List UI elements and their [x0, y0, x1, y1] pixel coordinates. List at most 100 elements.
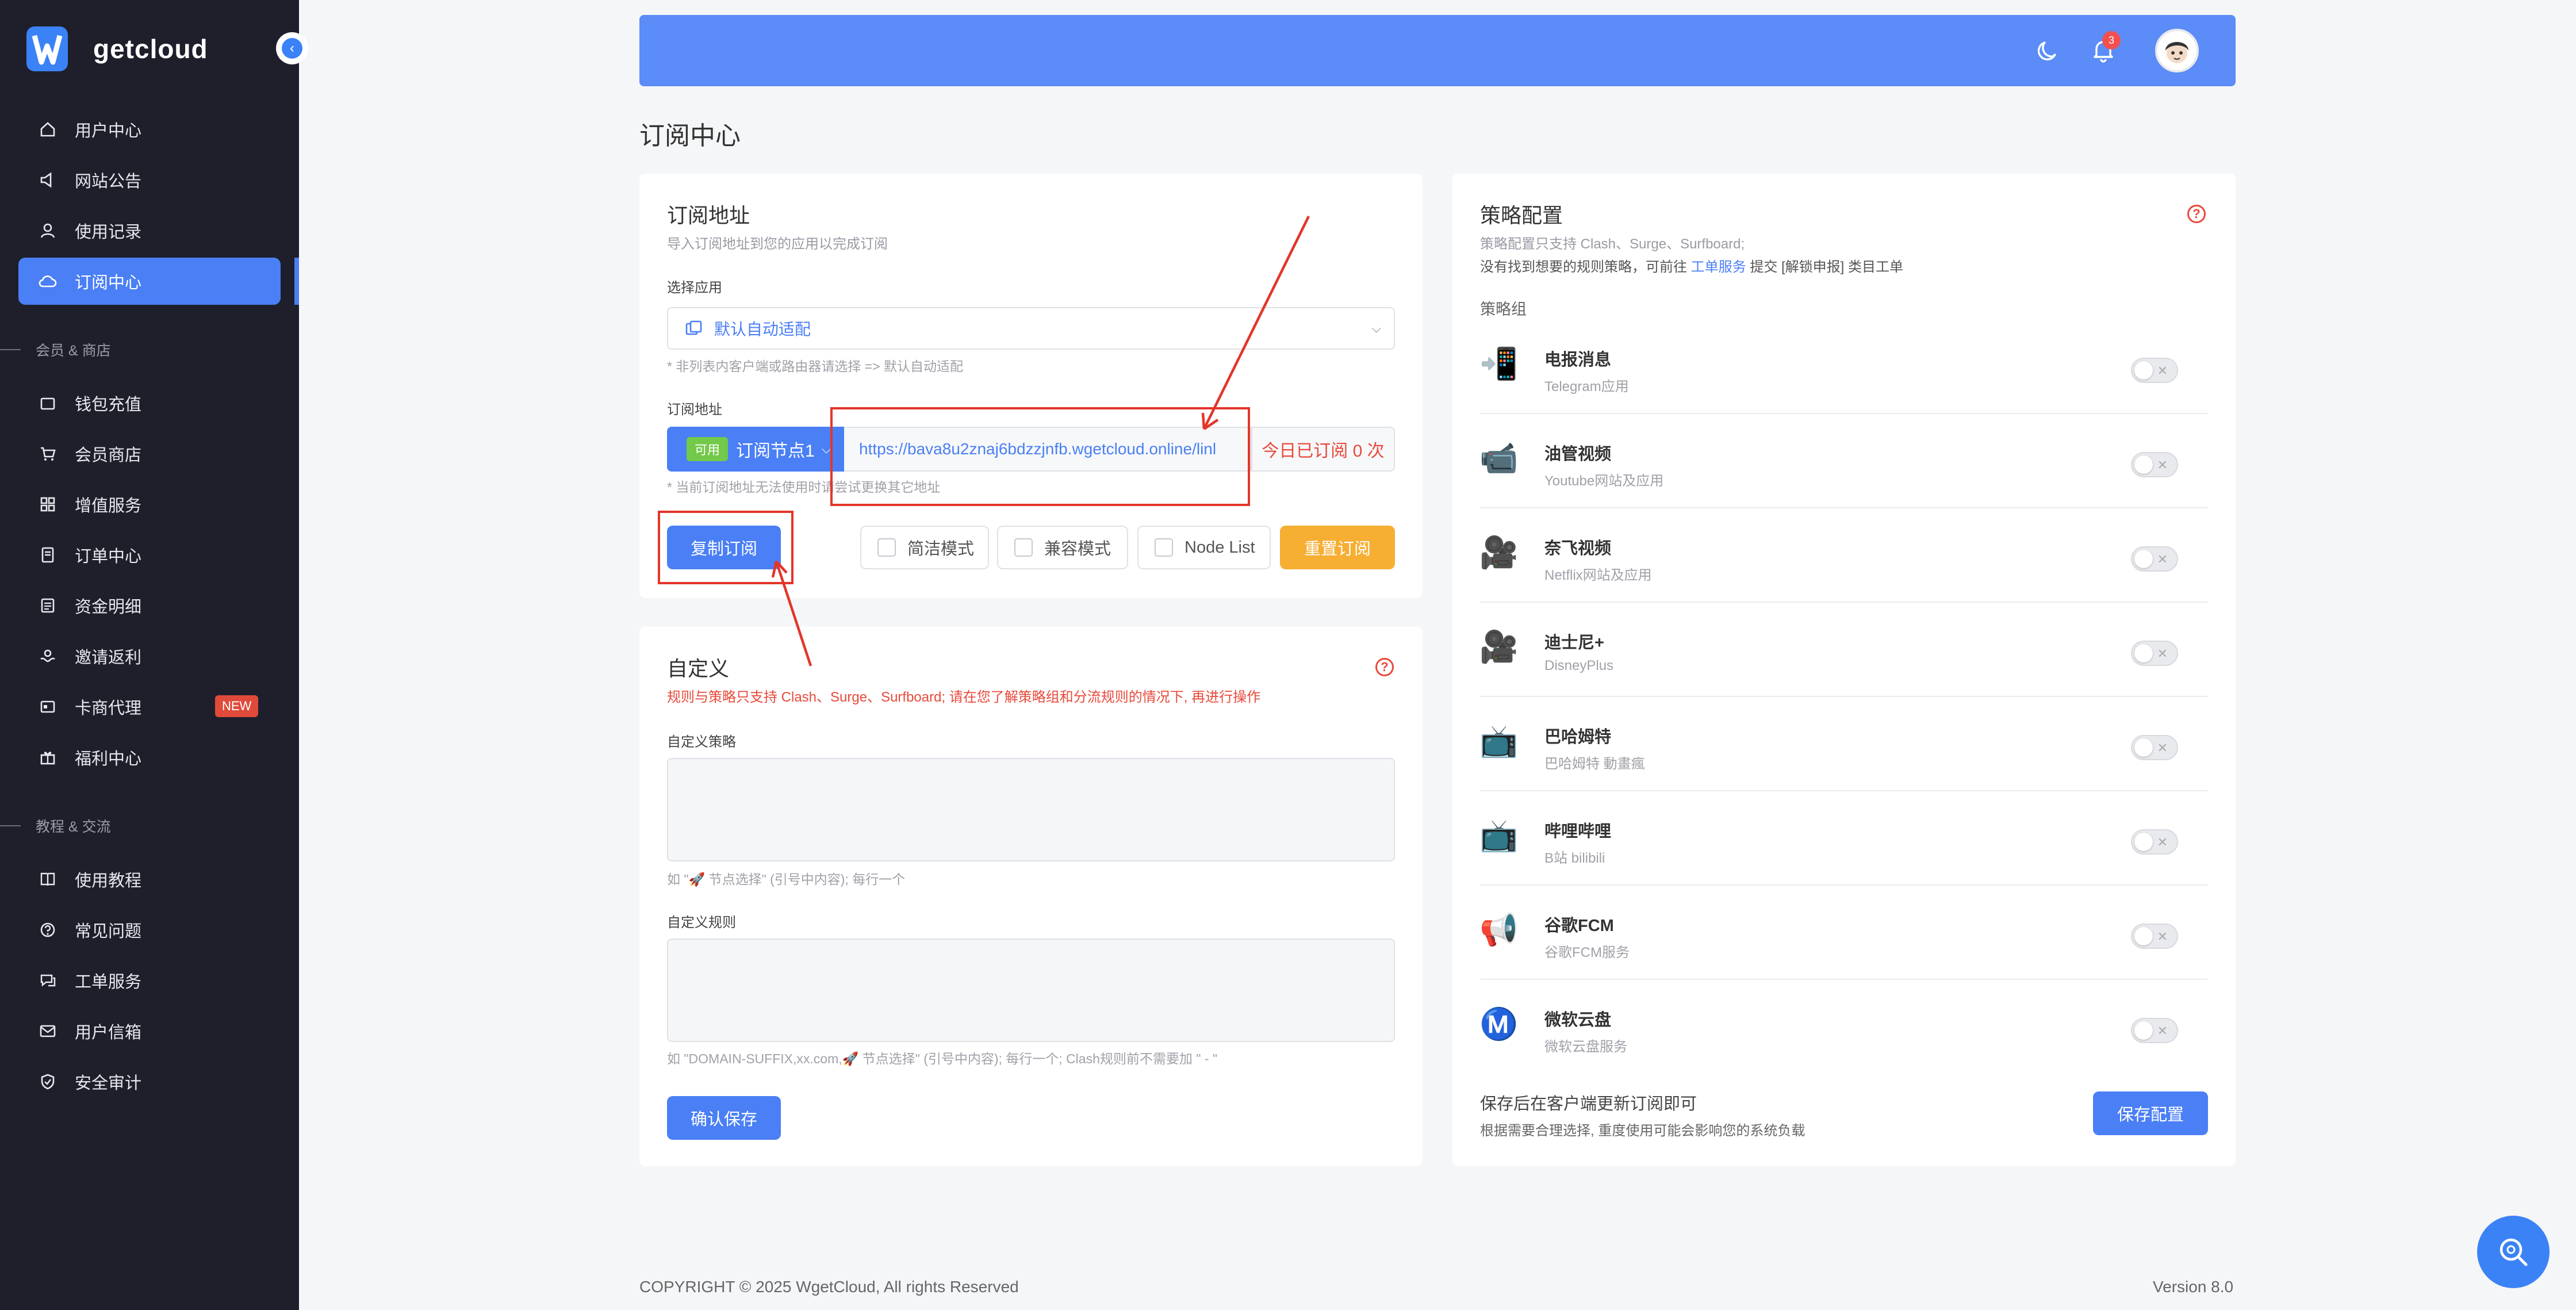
checkbox-icon: [1014, 538, 1033, 557]
sidebar-item-label: 使用记录: [75, 223, 142, 242]
policy-item: 📺 哔哩哔哩 B站 bilibili ✕: [1479, 791, 2208, 886]
top-bar: [639, 15, 2236, 86]
policy-toggle[interactable]: ✕: [2131, 641, 2178, 666]
sidebar-item-welfare[interactable]: 福利中心: [18, 734, 281, 781]
sidebar-item-announcements[interactable]: 网站公告: [18, 156, 281, 204]
app-select[interactable]: 默认自动适配 ⌵: [667, 307, 1395, 350]
sidebar-item-usage-log[interactable]: 使用记录: [18, 207, 281, 254]
app-hint: * 非列表内客户端或路由器请选择 => 默认自动适配: [667, 359, 963, 374]
notification-badge: 3: [2102, 31, 2121, 49]
sidebar-item-label: 钱包充值: [75, 396, 142, 414]
policy-toggle[interactable]: ✕: [2131, 452, 2178, 477]
sidebar-item-funds[interactable]: 资金明细: [18, 582, 281, 629]
phone-arrow-icon: 📲: [1479, 346, 1519, 381]
strategy-footer-desc: 根据需要合理选择, 重度使用可能会影响您的系统负载: [1480, 1123, 1805, 1139]
collapse-sidebar-button[interactable]: ‹: [276, 32, 308, 64]
video-camera-icon: 📹: [1479, 441, 1519, 476]
cloud-icon: [38, 271, 57, 291]
app-select-value: 默认自动适配: [714, 320, 811, 338]
gift-hand-icon: [38, 646, 57, 666]
question-icon: [38, 920, 57, 940]
sidebar-item-value-added[interactable]: 增值服务: [18, 481, 281, 528]
policy-toggle[interactable]: ✕: [2131, 358, 2178, 383]
policy-item: 🎥 迪士尼+ DisneyPlus ✕: [1479, 603, 2208, 697]
new-badge: NEW: [215, 695, 259, 717]
help-icon[interactable]: ?: [2187, 205, 2206, 223]
nav-section-shop: 会员 & 商店: [0, 339, 111, 360]
reset-subscription-button[interactable]: 重置订阅: [1280, 526, 1395, 569]
sidebar-item-label: 邀请返利: [75, 649, 142, 667]
logo[interactable]: getcloud: [26, 26, 208, 71]
policy-item: 🎥 奈飞视频 Netflix网站及应用 ✕: [1479, 508, 2208, 603]
sidebar-item-label: 用户中心: [75, 122, 142, 140]
policy-toggle[interactable]: ✕: [2131, 924, 2178, 949]
sidebar-item-tutorial[interactable]: 使用教程: [18, 856, 281, 903]
sidebar-item-label: 订单中心: [75, 547, 142, 566]
policy-toggle[interactable]: ✕: [2131, 1018, 2178, 1043]
policy-item: Ⓜ️ 微软云盘 微软云盘服务 ✕: [1479, 980, 2208, 1074]
node-list-checkbox[interactable]: Node List: [1137, 526, 1271, 569]
sidebar-item-subscription[interactable]: 订阅中心: [18, 258, 281, 305]
movie-camera-icon: 🎥: [1479, 629, 1519, 664]
ticket-service-link[interactable]: 工单服务: [1691, 259, 1746, 275]
simple-mode-checkbox[interactable]: 简洁模式: [860, 526, 989, 569]
cart-icon: [38, 444, 57, 464]
sidebar-item-label: 资金明细: [75, 598, 142, 616]
shield-icon: [38, 1072, 57, 1091]
checkbox-icon: [1155, 538, 1173, 557]
compat-mode-checkbox[interactable]: 兼容模式: [997, 526, 1128, 569]
node-select-button[interactable]: 可用 订阅节点1 ⌵: [667, 427, 844, 472]
megaphone-icon: [38, 170, 57, 190]
order-icon: [38, 545, 57, 565]
moon-icon[interactable]: [2033, 36, 2063, 68]
url-label: 订阅地址: [667, 402, 722, 417]
custom-rule-textarea[interactable]: [667, 939, 1395, 1042]
help-icon[interactable]: ?: [1375, 658, 1394, 676]
sidebar-item-shop[interactable]: 会员商店: [18, 430, 281, 477]
custom-policy-hint: 如 "🚀 节点选择" (引号中内容); 每行一个: [667, 872, 906, 887]
sidebar-item-tickets[interactable]: 工单服务: [18, 957, 281, 1004]
television-icon: 📺: [1479, 723, 1519, 759]
sidebar-item-label: 安全审计: [75, 1074, 142, 1093]
sidebar-item-label: 常见问题: [75, 922, 142, 941]
nav-section-help: 教程 & 交流: [0, 815, 111, 836]
app-window-icon: [685, 320, 703, 336]
policy-toggle[interactable]: ✕: [2131, 546, 2178, 572]
version: Version 8.0: [2153, 1278, 2234, 1296]
policy-toggle[interactable]: ✕: [2131, 829, 2178, 855]
sidebar-item-user-center[interactable]: 用户中心: [18, 106, 281, 153]
sidebar-item-orders[interactable]: 订单中心: [18, 531, 281, 579]
circled-m-icon: Ⓜ️: [1479, 1006, 1519, 1041]
policy-toggle[interactable]: ✕: [2131, 735, 2178, 760]
chevron-left-icon: ‹: [282, 38, 302, 59]
annotation-box-url: [830, 407, 1250, 506]
sidebar-item-mailbox[interactable]: 用户信箱: [18, 1008, 281, 1055]
subscription-title: 订阅地址: [667, 204, 750, 227]
wallet-icon: [38, 393, 57, 413]
custom-save-button[interactable]: 确认保存: [667, 1096, 781, 1140]
card-icon: [38, 697, 57, 717]
sidebar-item-faq[interactable]: 常见问题: [18, 906, 281, 953]
strategy-desc: 策略配置只支持 Clash、Surge、Surfboard;: [1480, 236, 1745, 252]
node-name: 订阅节点1: [736, 442, 815, 461]
policy-item: 📢 谷歌FCM 谷歌FCM服务 ✕: [1479, 886, 2208, 980]
search-icon: [2500, 1238, 2528, 1266]
checkbox-icon: [877, 538, 896, 557]
avatar[interactable]: [2155, 29, 2199, 72]
save-config-button[interactable]: 保存配置: [2093, 1091, 2208, 1135]
node-status-badge: 可用: [687, 437, 729, 461]
search-fab-button[interactable]: [2477, 1216, 2550, 1288]
gift-icon: [38, 748, 57, 767]
mail-icon: [38, 1021, 57, 1041]
custom-card: [639, 627, 1423, 1166]
sidebar-item-referral[interactable]: 邀请返利: [18, 633, 281, 680]
movie-camera-icon: 🎥: [1479, 535, 1519, 570]
custom-warning: 规则与策略只支持 Clash、Surge、Surfboard; 请在您了解策略组…: [667, 690, 1261, 705]
sidebar-item-security[interactable]: 安全审计: [18, 1058, 281, 1105]
annotation-box-copy: [658, 511, 793, 584]
sidebar-item-agent[interactable]: 卡商代理 NEW: [18, 683, 281, 730]
sidebar-item-label: 会员商店: [75, 446, 142, 465]
sidebar-item-wallet[interactable]: 钱包充值: [18, 380, 281, 427]
custom-policy-textarea[interactable]: [667, 758, 1395, 861]
policy-item: 📺 巴哈姆特 巴哈姆特 動畫瘋 ✕: [1479, 697, 2208, 791]
